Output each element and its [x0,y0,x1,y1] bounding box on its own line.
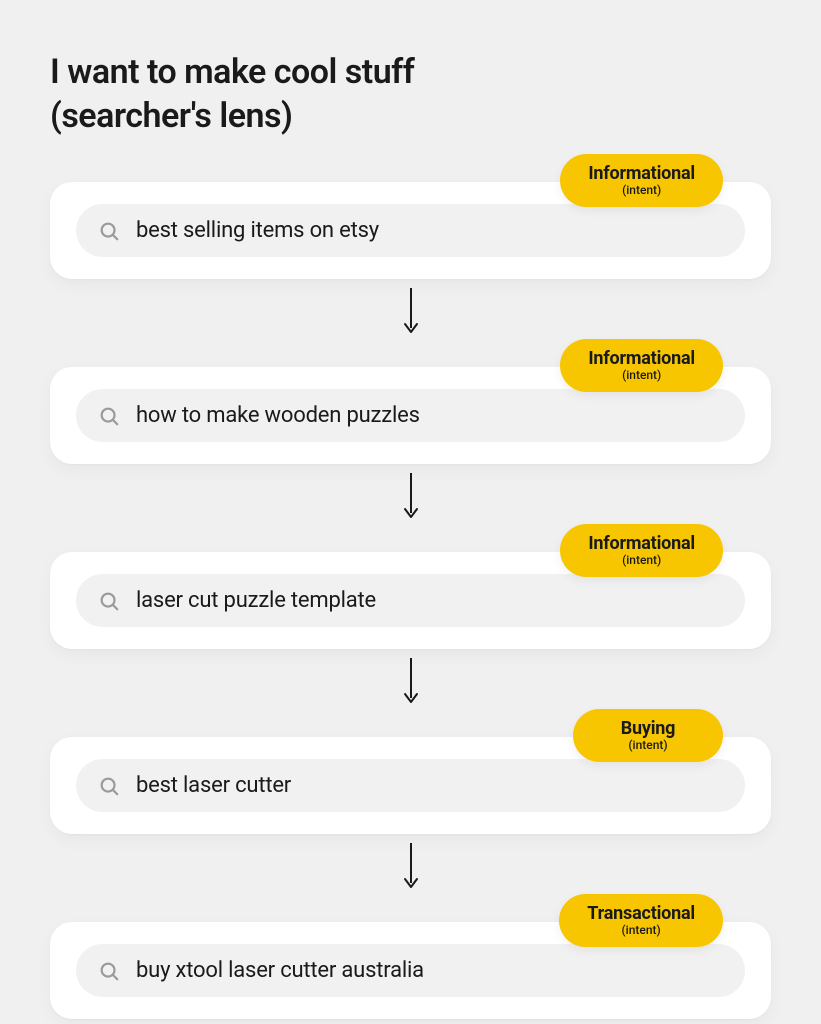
intent-badge: Buying (intent) [573,709,723,762]
intent-label: Transactional [587,903,695,924]
intent-badge: Informational (intent) [560,339,723,392]
intent-label: Buying [601,718,695,739]
intent-badge: Informational (intent) [560,524,723,577]
search-query: best selling items on etsy [136,218,379,243]
intent-sublabel: (intent) [588,368,695,382]
search-icon [98,775,120,797]
title-line-2: (searcher's lens) [50,96,292,136]
arrow-down-icon [402,283,420,337]
title-line-1: I want to make cool stuff [50,52,414,92]
intent-sublabel: (intent) [588,553,695,567]
search-icon [98,590,120,612]
arrow-down-icon [402,653,420,707]
search-icon [98,220,120,242]
search-bar: laser cut puzzle template [76,574,745,627]
search-card: Informational (intent) best selling item… [50,182,771,279]
search-bar: best laser cutter [76,759,745,812]
search-bar: how to make wooden puzzles [76,389,745,442]
search-icon [98,405,120,427]
intent-sublabel: (intent) [587,923,695,937]
intent-label: Informational [588,163,695,184]
search-icon [98,960,120,982]
search-card: Informational (intent) how to make woode… [50,367,771,464]
search-card: Transactional (intent) buy xtool laser c… [50,922,771,1019]
search-journey-flow: Informational (intent) best selling item… [50,182,771,1019]
search-query: how to make wooden puzzles [136,403,420,428]
intent-label: Informational [588,533,695,554]
search-query: buy xtool laser cutter australia [136,958,424,983]
intent-sublabel: (intent) [588,183,695,197]
search-query: best laser cutter [136,773,291,798]
search-card: Buying (intent) best laser cutter [50,737,771,834]
intent-label: Informational [588,348,695,369]
search-query: laser cut puzzle template [136,588,376,613]
page-title: I want to make cool stuff (searcher's le… [50,50,771,138]
arrow-down-icon [402,468,420,522]
intent-sublabel: (intent) [601,738,695,752]
search-bar: buy xtool laser cutter australia [76,944,745,997]
search-bar: best selling items on etsy [76,204,745,257]
arrow-down-icon [402,838,420,892]
intent-badge: Transactional (intent) [559,894,723,947]
intent-badge: Informational (intent) [560,154,723,207]
search-card: Informational (intent) laser cut puzzle … [50,552,771,649]
